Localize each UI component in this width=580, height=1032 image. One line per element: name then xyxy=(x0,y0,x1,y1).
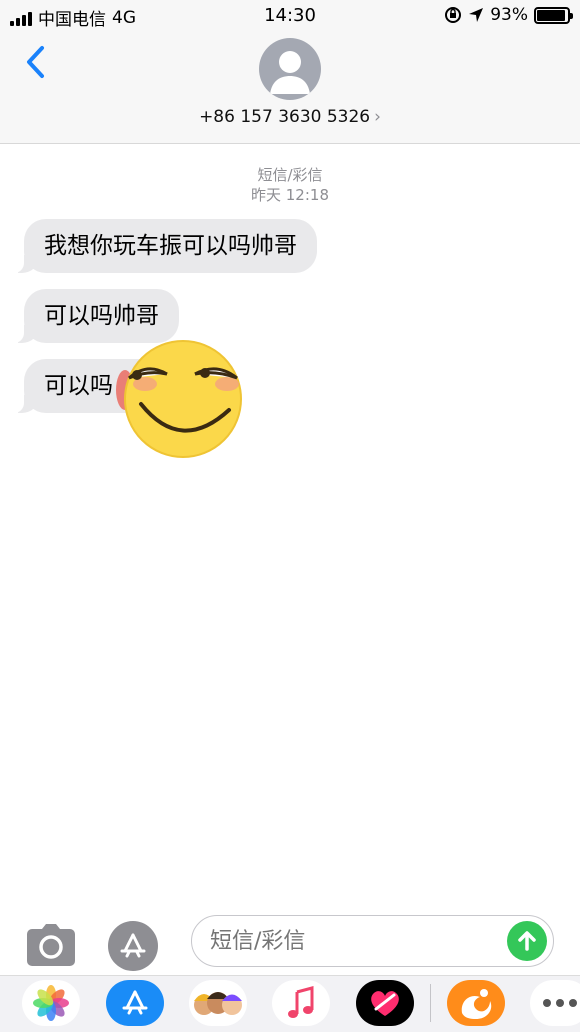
conversation-header: +86 157 3630 5326 › xyxy=(0,32,580,144)
chevron-right-icon: › xyxy=(374,107,381,127)
sly-smile-emoji-sticker[interactable] xyxy=(115,338,247,460)
status-bar: 中国电信 4G 14:30 93% xyxy=(0,0,580,32)
music-app-button[interactable] xyxy=(272,980,330,1026)
more-apps-button[interactable] xyxy=(530,980,580,1026)
digital-touch-icon xyxy=(371,991,399,1016)
uc-browser-icon xyxy=(461,989,492,1019)
uc-browser-app-button[interactable] xyxy=(447,980,505,1026)
music-icon xyxy=(288,986,314,1018)
contact-avatar[interactable] xyxy=(259,38,321,100)
app-drawer xyxy=(0,975,580,1032)
app-store-button[interactable] xyxy=(108,921,158,971)
drawer-divider xyxy=(430,984,431,1022)
arrow-up-icon xyxy=(518,931,536,951)
digital-touch-app-button[interactable] xyxy=(356,980,414,1026)
app-store-icon xyxy=(120,933,146,958)
battery-icon xyxy=(534,6,573,24)
contact-name[interactable]: +86 157 3630 5326 › xyxy=(0,107,580,127)
message-input[interactable] xyxy=(191,915,554,967)
battery-percent: 93% xyxy=(490,5,528,25)
service-label: 短信/彩信 xyxy=(257,166,323,184)
message-timestamp: 昨天 12:18 xyxy=(251,186,329,204)
memoji-icon xyxy=(194,992,242,1015)
back-chevron-icon[interactable] xyxy=(20,42,54,82)
person-silhouette-icon xyxy=(270,51,310,94)
location-icon xyxy=(469,8,484,22)
photos-icon xyxy=(33,985,69,1021)
memoji-app-button[interactable] xyxy=(189,980,247,1026)
rotation-lock-icon xyxy=(445,7,462,23)
incoming-message[interactable]: 可以吗帅哥 xyxy=(12,289,179,343)
contact-number: +86 157 3630 5326 xyxy=(199,107,371,127)
status-right: 93% xyxy=(444,5,573,25)
camera-icon[interactable] xyxy=(26,923,76,967)
more-icon xyxy=(543,999,577,1007)
app-store-icon xyxy=(122,990,148,1015)
incoming-message[interactable]: 我想你玩车振可以吗帅哥 xyxy=(12,219,317,273)
send-button[interactable] xyxy=(507,921,547,961)
battery-fill xyxy=(537,9,565,21)
message-meta: 短信/彩信 昨天 12:18 xyxy=(0,165,580,205)
compose-bar xyxy=(0,905,580,975)
app-store-app-button[interactable] xyxy=(106,980,164,1026)
photos-app-button[interactable] xyxy=(22,980,80,1026)
